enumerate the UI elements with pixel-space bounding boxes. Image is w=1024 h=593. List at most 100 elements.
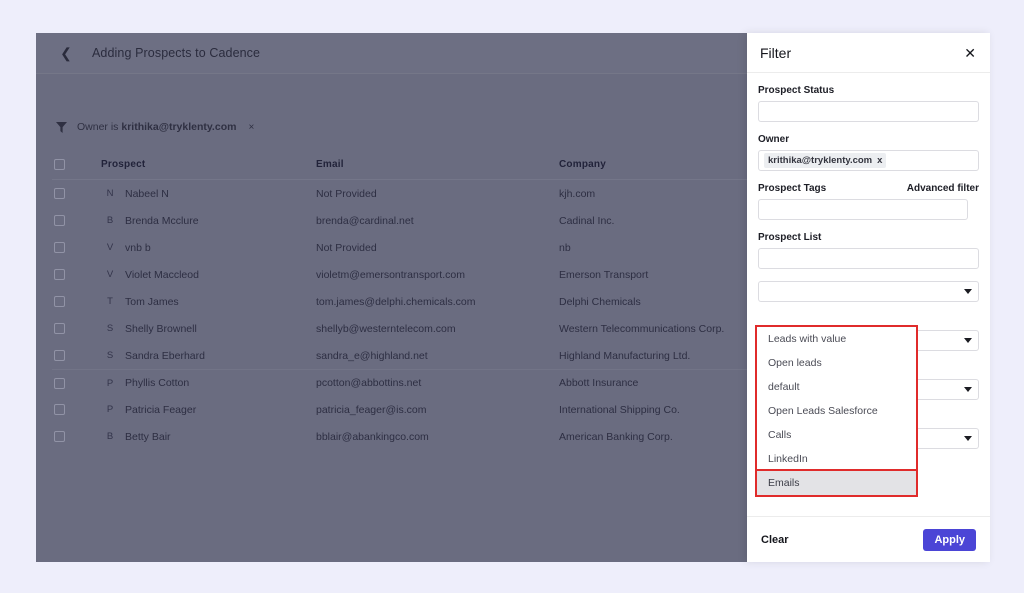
cell-prospect: S Sandra Eberhard — [101, 350, 316, 362]
owner-token-label: krithika@tryklenty.com — [768, 155, 873, 166]
active-filter-chip: Owner is krithika@tryklenty.com × — [52, 121, 254, 133]
avatar: S — [106, 323, 114, 334]
prospect-list-label: Prospect List — [758, 232, 822, 243]
row-select-cell — [54, 269, 101, 280]
prospect-name: Violet Maccleod — [125, 268, 199, 281]
row-select-cell — [54, 377, 101, 389]
chevron-down-icon — [964, 338, 972, 343]
dropdown-option[interactable]: Open Leads Salesforce — [757, 399, 916, 423]
chevron-left-icon[interactable]: ❮ — [58, 45, 74, 61]
select-all-checkbox[interactable] — [54, 159, 65, 170]
cell-email: Not Provided — [316, 241, 377, 254]
prospect-name: Nabeel N — [125, 187, 169, 200]
cell-prospect: T Tom James — [101, 296, 316, 308]
cell-prospect: V Violet Maccleod — [101, 269, 316, 281]
filter-chip-remove-icon[interactable]: × — [248, 122, 254, 133]
cell-prospect: P Phyllis Cotton — [101, 377, 316, 389]
row-checkbox[interactable] — [54, 269, 65, 280]
cell-prospect: B Brenda Mcclure — [101, 215, 316, 227]
cell-email: tom.james@delphi.chemicals.com — [316, 295, 476, 308]
chevron-down-icon — [964, 289, 972, 294]
filter-panel-header: Filter ✕ — [747, 33, 990, 73]
row-checkbox[interactable] — [54, 242, 65, 253]
cell-email: Not Provided — [316, 187, 377, 200]
prospect-list-dropdown[interactable]: Leads with value Open leads default Open Le… — [755, 325, 918, 497]
column-header-email: Email — [316, 159, 344, 170]
avatar: P — [106, 404, 114, 415]
prospect-name: Betty Bair — [125, 430, 171, 443]
avatar: V — [106, 269, 114, 280]
owner-token-remove-icon[interactable]: x — [877, 155, 882, 166]
row-select-cell — [54, 431, 101, 442]
funnel-icon — [56, 121, 67, 133]
prospect-name: Phyllis Cotton — [125, 377, 190, 389]
row-select-cell — [54, 350, 101, 361]
cell-prospect: B Betty Bair — [101, 431, 316, 443]
owner-label: Owner — [758, 134, 790, 145]
prospect-name: Sandra Eberhard — [125, 349, 205, 362]
prospect-name: Tom James — [125, 295, 179, 308]
owner-input[interactable]: krithika@tryklenty.com x — [758, 150, 979, 171]
apply-button[interactable]: Apply — [923, 528, 976, 551]
row-checkbox[interactable] — [54, 188, 65, 199]
prospect-status-label: Prospect Status — [758, 85, 835, 96]
cell-email: patricia_feager@is.com — [316, 403, 427, 416]
dropdown-option[interactable]: Open leads — [757, 351, 916, 375]
row-select-cell — [54, 188, 101, 199]
owner-token: krithika@tryklenty.com x — [764, 153, 887, 168]
prospect-tags-label: Prospect Tags — [758, 183, 827, 194]
cell-email: pcotton@abbottins.net — [316, 377, 422, 389]
row-checkbox[interactable] — [54, 215, 65, 226]
avatar: B — [106, 431, 114, 442]
filter-panel-footer: Clear Apply — [747, 516, 990, 562]
cell-email: violetm@emersontransport.com — [316, 268, 465, 281]
avatar: B — [106, 215, 114, 226]
chevron-down-icon — [964, 436, 972, 441]
advanced-filter-link[interactable]: Advanced filter — [907, 183, 979, 194]
filter-panel: Filter ✕ Prospect Status Owner krithika@… — [747, 33, 990, 562]
row-select-cell — [54, 242, 101, 253]
cell-email: sandra_e@highland.net — [316, 349, 428, 362]
filter-chip-text: Owner is krithika@tryklenty.com — [77, 121, 237, 133]
row-select-cell — [54, 323, 101, 334]
cell-prospect: N Nabeel N — [101, 188, 316, 200]
prospect-status-input[interactable] — [758, 101, 979, 122]
avatar: S — [106, 350, 114, 361]
avatar: T — [107, 296, 113, 307]
cell-prospect: S Shelly Brownell — [101, 323, 316, 335]
dropdown-option[interactable]: Calls — [757, 423, 916, 447]
row-checkbox[interactable] — [54, 431, 65, 442]
prospect-list-input[interactable] — [758, 248, 979, 269]
row-checkbox[interactable] — [54, 350, 65, 361]
filter-chip-value: krithika@tryklenty.com — [121, 121, 237, 133]
avatar: N — [106, 188, 114, 199]
row-select-cell — [54, 215, 101, 226]
prospect-name: Brenda Mcclure — [125, 214, 199, 227]
close-icon[interactable]: ✕ — [964, 46, 976, 60]
prospect-name: Shelly Brownell — [125, 322, 197, 335]
screen-root: ❮ Adding Prospects to Cadence Owner is k… — [0, 0, 1024, 593]
avatar: V — [106, 242, 114, 253]
dropdown-option[interactable]: Emails — [757, 471, 916, 495]
cell-email: brenda@cardinal.net — [316, 214, 414, 227]
row-checkbox[interactable] — [54, 377, 65, 389]
select-all-cell — [54, 159, 101, 170]
cell-prospect: Vvnb b — [101, 242, 316, 254]
row-checkbox[interactable] — [54, 296, 65, 307]
clear-button[interactable]: Clear — [761, 534, 789, 546]
avatar: P — [106, 377, 114, 389]
chevron-down-icon — [964, 387, 972, 392]
dropdown-option[interactable]: LinkedIn — [757, 447, 916, 471]
cell-email: bblair@abankingco.com — [316, 430, 429, 443]
dropdown-option[interactable]: Leads with value — [757, 327, 916, 351]
filter-select-1[interactable] — [758, 281, 979, 302]
row-checkbox[interactable] — [54, 404, 65, 415]
column-header-prospect: Prospect — [101, 159, 146, 170]
cell-email: shellyb@westerntelecom.com — [316, 322, 456, 335]
row-select-cell — [54, 404, 101, 415]
dropdown-option[interactable]: default — [757, 375, 916, 399]
filter-panel-title: Filter — [760, 44, 792, 61]
prospect-tags-label-row: Prospect Tags Advanced filter — [758, 183, 979, 194]
prospect-tags-input[interactable] — [758, 199, 968, 220]
row-checkbox[interactable] — [54, 323, 65, 334]
